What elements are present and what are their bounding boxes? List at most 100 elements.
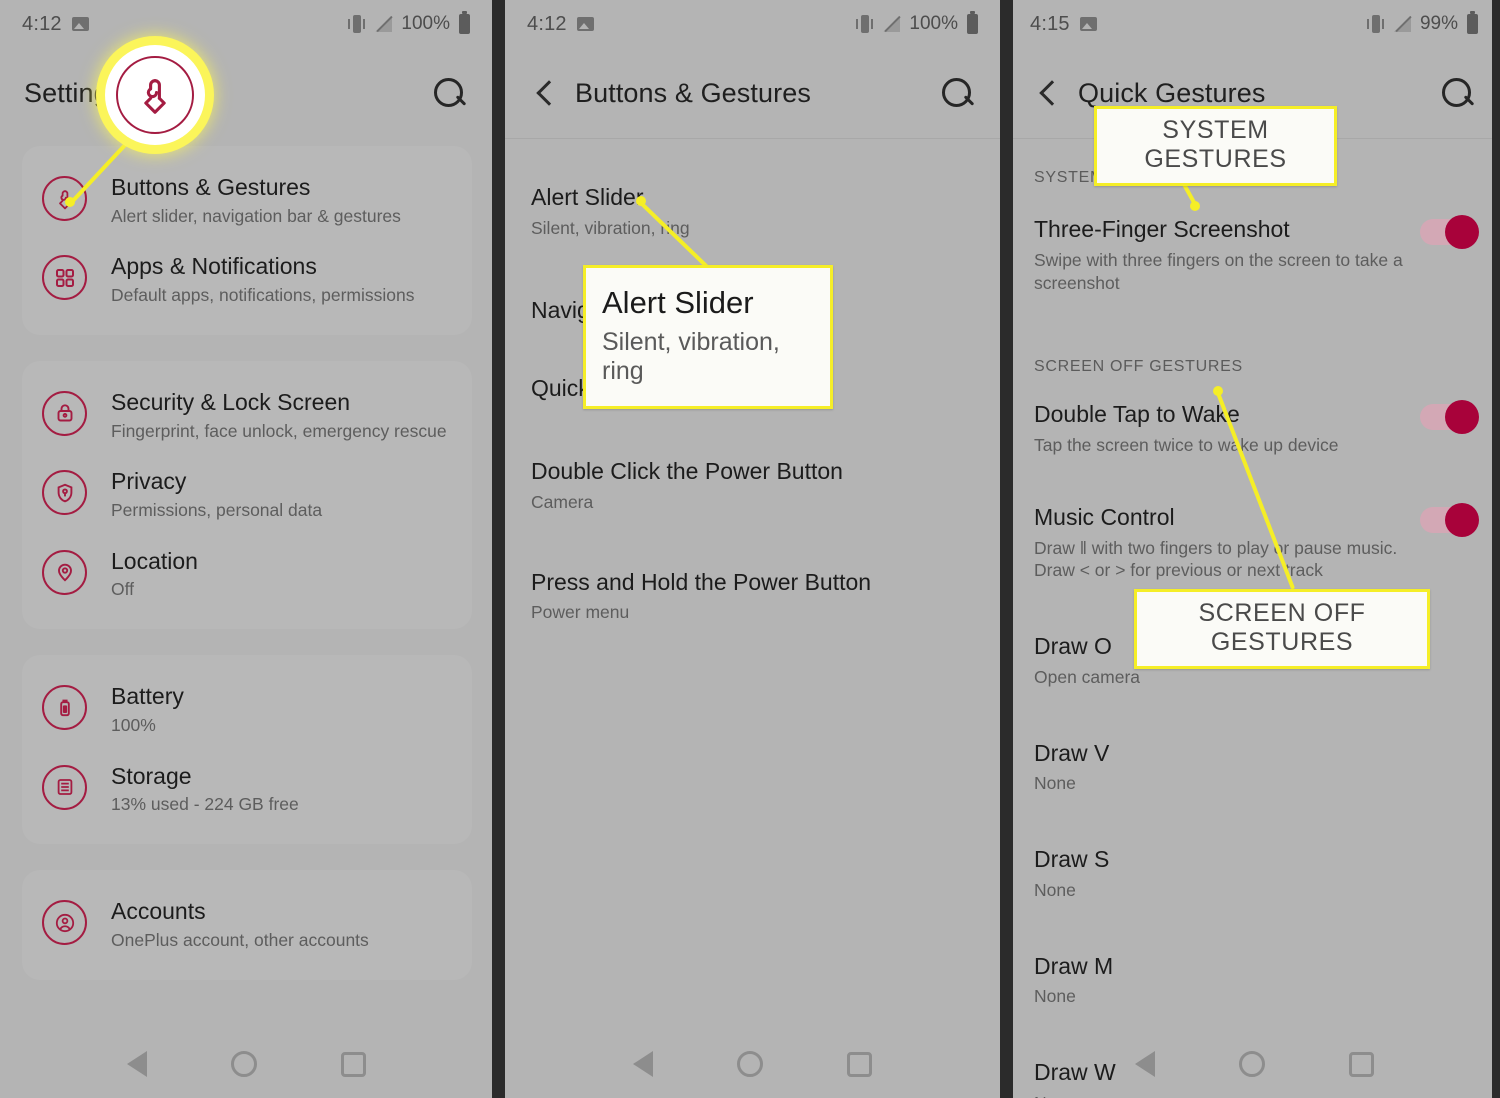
- nav-recents-icon[interactable]: [847, 1051, 872, 1077]
- page-title: Buttons & Gestures: [575, 77, 811, 108]
- nav-recents-icon[interactable]: [1348, 1051, 1374, 1077]
- list-item-subtitle: Swipe with three fingers on the screen t…: [1034, 249, 1403, 293]
- status-bar-right: 100%: [855, 11, 978, 35]
- nav-back-icon[interactable]: [126, 1051, 147, 1077]
- row-title: Storage: [111, 762, 192, 789]
- list-item-title: Draw V: [1034, 739, 1110, 766]
- list-item-subtitle: Power menu: [531, 602, 630, 623]
- toggle-music-control[interactable]: [1420, 502, 1479, 537]
- settings-card: Accounts OnePlus account, other accounts: [22, 870, 472, 980]
- nav-recents-icon[interactable]: [340, 1051, 366, 1077]
- status-bar: 4:15 99%: [1008, 0, 1500, 48]
- right-edge: [1492, 0, 1500, 1098]
- no-signal-icon: [1394, 16, 1411, 32]
- status-bar-right: 100%: [347, 11, 470, 35]
- battery-percent: 99%: [1419, 13, 1458, 34]
- callout-label: SYSTEM GESTURES: [1144, 116, 1287, 173]
- phone-screen-buttons-gestures: 4:12 100% Buttons & Gestures Alert Slide…: [505, 0, 1000, 1098]
- list-item-subtitle: None: [1034, 986, 1076, 1007]
- search-icon[interactable]: [430, 74, 468, 112]
- search-icon[interactable]: [1438, 74, 1476, 112]
- list-item-title: Alert Slider: [531, 184, 644, 210]
- battery-percent: 100%: [401, 13, 450, 34]
- row-title: Apps & Notifications: [111, 253, 317, 280]
- row-subtitle: Off: [111, 579, 135, 600]
- list-item-title: Press and Hold the Power Button: [531, 568, 872, 595]
- android-nav-bar: [1008, 1030, 1500, 1098]
- list-item-title: Draw M: [1034, 952, 1114, 979]
- list-item-draw-s[interactable]: Draw S None: [1008, 815, 1500, 922]
- row-text: Apps & Notifications Default apps, notif…: [111, 253, 414, 306]
- app-bar: Buttons & Gestures: [505, 48, 1000, 138]
- callout-label: SCREEN OFF GESTURES: [1198, 599, 1366, 656]
- location-pin-icon: [42, 549, 87, 595]
- status-bar-left: 4:15: [1030, 13, 1097, 36]
- row-subtitle: Default apps, notifications, permissions: [111, 285, 415, 306]
- app-bar: Settings: [0, 48, 492, 138]
- settings-card: Security & Lock Screen Fingerprint, face…: [22, 360, 472, 630]
- list-item-double-click-power[interactable]: Double Click the Power Button Camera: [505, 423, 1000, 534]
- settings-row-battery[interactable]: Battery 100%: [22, 669, 472, 748]
- settings-row-apps-notifications[interactable]: Apps & Notifications Default apps, notif…: [22, 239, 472, 318]
- list-item-press-hold-power[interactable]: Press and Hold the Power Button Power me…: [505, 534, 1000, 645]
- list-item-subtitle: Draw ‖ with two fingers to play or pause…: [1034, 537, 1398, 581]
- status-bar: 4:12 100%: [0, 0, 492, 48]
- panel-divider: [1000, 0, 1013, 1098]
- list-item-subtitle: Silent, vibration, ring: [531, 217, 690, 238]
- list-item-subtitle: Camera: [531, 491, 594, 512]
- no-signal-icon: [375, 16, 392, 32]
- lock-icon: [42, 390, 87, 436]
- row-title: Accounts: [111, 898, 206, 925]
- nav-home-icon[interactable]: [1238, 1051, 1265, 1077]
- account-circle-icon: [42, 900, 87, 946]
- back-icon[interactable]: [529, 76, 563, 110]
- list-item-alert-slider[interactable]: Alert Slider Silent, vibration, ring: [505, 161, 1000, 260]
- settings-row-security-lock-screen[interactable]: Security & Lock Screen Fingerprint, face…: [22, 375, 472, 454]
- settings-row-buttons-gestures[interactable]: Buttons & Gestures Alert slider, navigat…: [22, 160, 472, 239]
- status-bar: 4:12 100%: [505, 0, 1000, 48]
- list-item-draw-m[interactable]: Draw M None: [1008, 922, 1500, 1029]
- gesture-touch-icon: [42, 176, 87, 221]
- settings-row-storage[interactable]: Storage 13% used - 224 GB free: [22, 749, 472, 828]
- list-item-title: Double Click the Power Button: [531, 458, 843, 484]
- row-subtitle: OnePlus account, other accounts: [111, 929, 369, 950]
- battery-percent: 100%: [909, 13, 958, 34]
- row-text: Buttons & Gestures Alert slider, navigat…: [111, 174, 401, 227]
- callout-anchor-dot: [1213, 386, 1223, 396]
- settings-row-location[interactable]: Location Off: [22, 534, 472, 613]
- panel-divider: [492, 0, 505, 1098]
- settings-row-privacy[interactable]: Privacy Permissions, personal data: [22, 454, 472, 533]
- screenshot-stage: 4:12 100% Settings Buttons & Gestures Al…: [0, 0, 1500, 1098]
- magnified-gesture-icon-callout: [105, 45, 205, 145]
- row-text: Accounts OnePlus account, other accounts: [111, 898, 369, 951]
- list-item-title: Three-Finger Screenshot: [1034, 216, 1290, 242]
- photo-icon: [1079, 17, 1097, 31]
- list-item-draw-v[interactable]: Draw V None: [1008, 709, 1500, 816]
- list-item-music-control[interactable]: Music Control Draw ‖ with two fingers to…: [1008, 477, 1500, 602]
- nav-home-icon[interactable]: [737, 1051, 763, 1077]
- row-text: Security & Lock Screen Fingerprint, face…: [111, 389, 447, 442]
- privacy-shield-icon: [42, 470, 87, 516]
- back-icon[interactable]: [1032, 76, 1066, 110]
- photo-icon: [576, 17, 594, 31]
- section-header-screen-off-gestures: SCREEN OFF GESTURES: [1034, 358, 1243, 376]
- search-icon[interactable]: [938, 74, 976, 112]
- row-title: Privacy: [111, 468, 187, 495]
- row-text: Location Off: [111, 548, 198, 601]
- settings-row-accounts[interactable]: Accounts OnePlus account, other accounts: [22, 884, 472, 963]
- row-title: Buttons & Gestures: [111, 174, 311, 200]
- nav-back-icon[interactable]: [633, 1051, 653, 1077]
- nav-home-icon[interactable]: [230, 1051, 257, 1077]
- apps-grid-icon: [42, 255, 87, 301]
- list-item-double-tap-to-wake[interactable]: Double Tap to Wake Tap the screen twice …: [1008, 382, 1500, 477]
- toggle-three-finger-screenshot[interactable]: [1420, 215, 1479, 249]
- row-subtitle: Fingerprint, face unlock, emergency resc…: [111, 420, 447, 441]
- row-text: Battery 100%: [111, 683, 184, 736]
- settings-scroll-area[interactable]: Buttons & Gestures Alert slider, navigat…: [0, 146, 492, 990]
- status-time: 4:12: [527, 12, 567, 35]
- vibrate-icon: [855, 15, 874, 33]
- toggle-double-tap-to-wake[interactable]: [1420, 400, 1479, 435]
- nav-back-icon[interactable]: [1134, 1051, 1155, 1077]
- list-item-three-finger-screenshot[interactable]: Three-Finger Screenshot Swipe with three…: [1008, 193, 1500, 314]
- phone-screen-settings: 4:12 100% Settings Buttons & Gestures Al…: [0, 0, 492, 1098]
